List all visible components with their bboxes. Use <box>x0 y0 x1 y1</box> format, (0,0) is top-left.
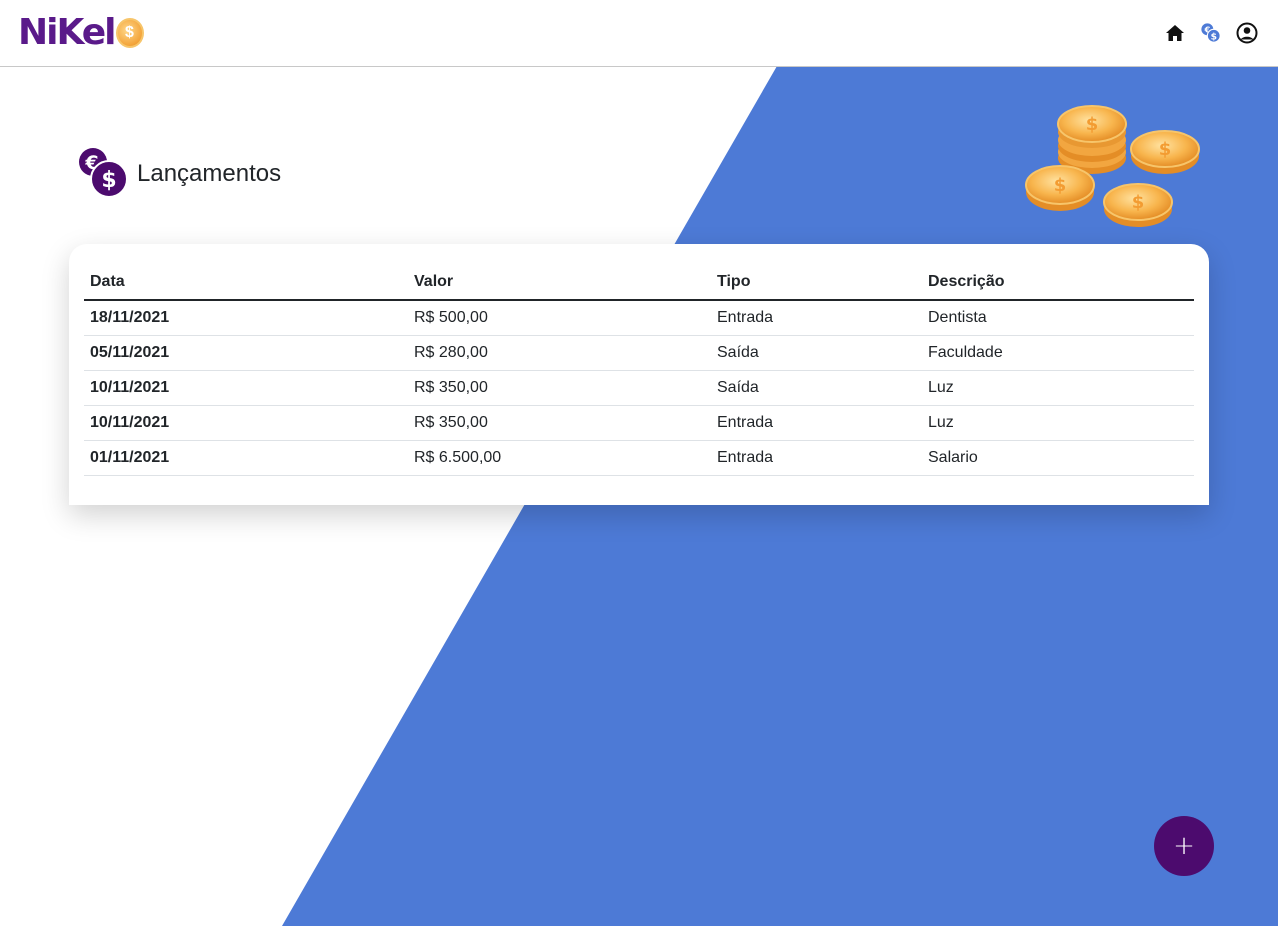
cell-tipo: Entrada <box>711 440 922 476</box>
cell-valor: R$ 350,00 <box>408 405 711 441</box>
cell-data: 01/11/2021 <box>84 440 408 476</box>
cell-data: 10/11/2021 <box>84 370 408 406</box>
currency-exchange-icon[interactable]: € $ <box>1200 22 1222 44</box>
cell-descricao: Luz <box>922 370 1194 406</box>
currency-exchange-icon: € $ <box>76 148 128 200</box>
column-header-tipo: Tipo <box>711 261 922 301</box>
svg-text:$: $ <box>1086 114 1099 135</box>
table-header-row: Data Valor Tipo Descrição <box>84 261 1194 301</box>
svg-text:$: $ <box>1211 31 1217 42</box>
cell-valor: R$ 500,00 <box>408 300 711 336</box>
cell-tipo: Saída <box>711 335 922 371</box>
cell-descricao: Luz <box>922 405 1194 441</box>
table-row: 05/11/2021 R$ 280,00 Saída Faculdade <box>84 335 1194 371</box>
home-icon[interactable] <box>1164 22 1186 44</box>
table-row: 10/11/2021 R$ 350,00 Saída Luz <box>84 370 1194 406</box>
table-row: 01/11/2021 R$ 6.500,00 Entrada Salario <box>84 440 1194 476</box>
transactions-table: Data Valor Tipo Descrição 18/11/2021 R$ … <box>84 261 1194 476</box>
transactions-card: Data Valor Tipo Descrição 18/11/2021 R$ … <box>69 244 1209 505</box>
nav-icons: € $ <box>1164 22 1260 44</box>
svg-text:$: $ <box>101 168 116 193</box>
brand-name: NiKel <box>18 12 116 53</box>
cell-valor: R$ 280,00 <box>408 335 711 371</box>
cell-descricao: Dentista <box>922 300 1194 336</box>
svg-text:$: $ <box>1132 192 1145 213</box>
column-header-data: Data <box>84 261 408 301</box>
cell-valor: R$ 350,00 <box>408 370 711 406</box>
table-row: 10/11/2021 R$ 350,00 Entrada Luz <box>84 405 1194 441</box>
page-heading: € $ Lançamentos <box>76 148 281 200</box>
cell-descricao: Faculdade <box>922 335 1194 371</box>
svg-text:$: $ <box>1159 139 1172 160</box>
cell-valor: R$ 6.500,00 <box>408 440 711 476</box>
column-header-descricao: Descrição <box>922 261 1194 301</box>
top-navbar: NiKel $ € $ <box>0 0 1278 67</box>
transactions-page: NiKel $ € $ € $ Lançamentos $ $ $ $ Data… <box>0 0 1278 926</box>
logo-coin-symbol: $ <box>125 24 134 41</box>
coins-illustration: $ $ $ $ <box>1020 96 1210 236</box>
cell-tipo: Entrada <box>711 405 922 441</box>
cell-data: 10/11/2021 <box>84 405 408 441</box>
cell-tipo: Saída <box>711 370 922 406</box>
plus-icon: + <box>1173 831 1195 861</box>
cell-data: 05/11/2021 <box>84 335 408 371</box>
logo-coin-icon: $ <box>115 18 144 48</box>
add-transaction-button[interactable]: + <box>1154 816 1214 876</box>
cell-tipo: Entrada <box>711 300 922 336</box>
brand-logo[interactable]: NiKel $ <box>18 15 144 51</box>
table-row: 18/11/2021 R$ 500,00 Entrada Dentista <box>84 300 1194 336</box>
page-title: Lançamentos <box>137 160 282 187</box>
user-circle-icon[interactable] <box>1236 22 1258 44</box>
column-header-valor: Valor <box>408 261 711 301</box>
cell-descricao: Salario <box>922 440 1194 476</box>
cell-data: 18/11/2021 <box>84 300 408 336</box>
svg-text:$: $ <box>1054 175 1067 196</box>
